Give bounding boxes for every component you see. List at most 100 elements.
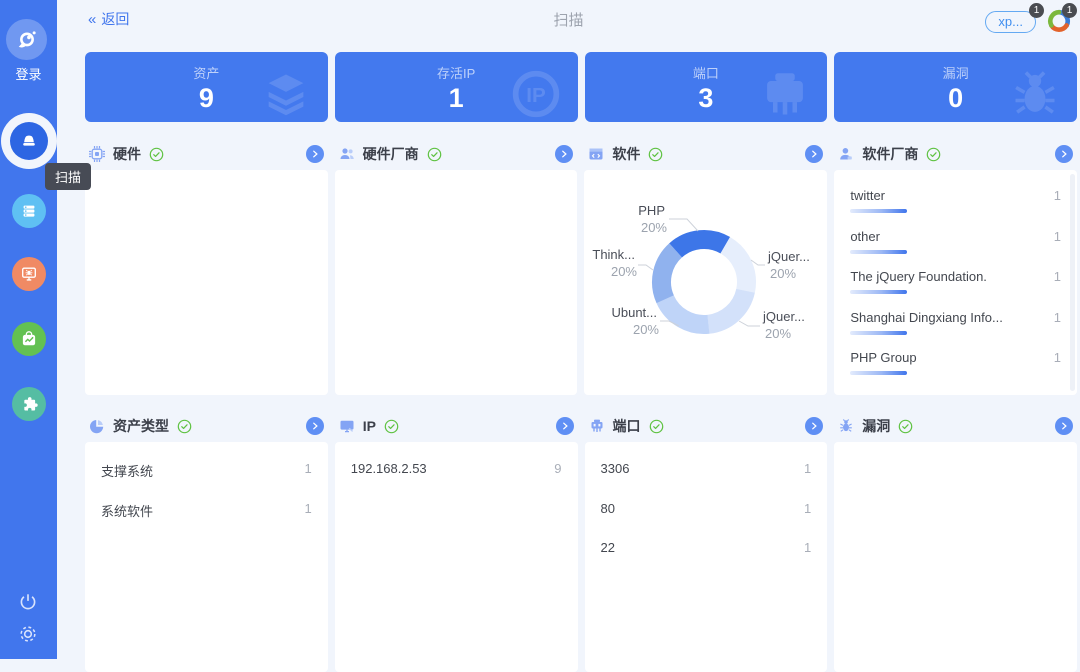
chevron-right-icon — [812, 150, 818, 158]
svg-text:Ubunt...: Ubunt... — [612, 305, 658, 320]
panel-title: 硬件 — [113, 146, 141, 162]
item-label: 192.168.2.53 — [350, 461, 427, 476]
check-circle-icon — [149, 147, 164, 161]
sidebar-item-plugin[interactable] — [12, 387, 46, 421]
panel-expand-button[interactable] — [805, 417, 824, 435]
check-circle-icon — [649, 419, 663, 433]
sidebar-footer — [17, 591, 39, 645]
value-bar — [850, 249, 908, 254]
chevron-right-icon — [562, 150, 568, 158]
vendor-name: The jQuery Foundation. — [850, 269, 987, 284]
list-item: The jQuery Foundation. 1 — [850, 257, 1061, 298]
svg-text:jQuer...: jQuer... — [762, 309, 805, 324]
trend-chart-icon — [22, 331, 36, 346]
item-label: 80 — [600, 500, 615, 516]
user-pill-button[interactable]: xp... — [985, 11, 1036, 33]
detective-hat-icon — [23, 135, 35, 146]
panel-title: 端口 — [612, 418, 641, 434]
fish-logo-icon — [18, 30, 36, 48]
window-code-icon — [589, 148, 603, 160]
vendor-name: twitter — [850, 188, 885, 203]
panel-expand-button[interactable] — [305, 145, 324, 163]
panel-title: 漏洞 — [862, 418, 891, 434]
panel-expand-button[interactable] — [305, 417, 324, 435]
sidebar-item-report[interactable] — [12, 322, 46, 356]
item-count: 1 — [804, 461, 812, 476]
item-label: 支撑系统 — [101, 464, 154, 479]
port-icon — [767, 73, 804, 115]
hardware-vendor-panel-body — [334, 170, 578, 395]
panel-title: IP — [362, 418, 376, 434]
svg-text:Think...: Think... — [593, 247, 636, 262]
panel-title: 软件 — [612, 146, 641, 162]
item-label: 系统软件 — [101, 503, 154, 519]
scrollbar[interactable] — [1070, 174, 1075, 391]
chevron-right-icon — [1062, 150, 1067, 158]
value-bar — [850, 330, 908, 335]
vendor-count: 1 — [1053, 309, 1061, 325]
panel-expand-button[interactable] — [805, 145, 824, 163]
app-logo[interactable] — [6, 19, 47, 60]
svg-text:20%: 20% — [641, 220, 667, 235]
check-circle-icon — [177, 419, 192, 433]
chevron-right-icon — [312, 422, 318, 430]
value-bar — [850, 371, 908, 375]
list-item: 3306 1 — [601, 450, 812, 490]
sidebar-item-vulnerability[interactable] — [12, 257, 46, 291]
panel-expand-button[interactable] — [555, 145, 574, 163]
stat-card-live-ip: 存活IP 1 IP — [334, 52, 578, 122]
ip-panel-body: 192.168.2.53 9 — [334, 442, 578, 672]
panel-hardware-vendor: 硬件厂商 — [334, 140, 578, 395]
check-circle-icon — [898, 419, 913, 433]
gear-icon[interactable] — [17, 623, 39, 645]
chevron-right-icon — [812, 422, 818, 430]
stat-cards: 资产 9 存活IP 1 IP 端口 3 漏洞 0 — [85, 52, 1077, 122]
item-count: 1 — [804, 500, 812, 516]
stat-card-vulns: 漏洞 0 — [834, 52, 1077, 122]
sidebar: 登录 扫描 — [0, 0, 92, 659]
item-count: 1 — [304, 461, 312, 476]
puzzle-icon — [24, 397, 38, 411]
ip-icon: IP — [512, 70, 559, 118]
value-bar — [850, 290, 908, 294]
value-bar — [850, 209, 908, 213]
plug-icon — [591, 419, 602, 432]
panel-expand-button[interactable] — [1055, 145, 1073, 163]
sidebar-item-scan[interactable] — [10, 122, 48, 160]
list-item: 支撑系统 1 — [101, 450, 312, 490]
svg-text:20%: 20% — [611, 264, 637, 279]
panel-ip: IP 192.168.2.53 9 — [334, 412, 578, 672]
server-list-icon — [23, 205, 35, 217]
monitor-icon — [340, 420, 354, 433]
sidebar-item-assets[interactable] — [12, 194, 46, 228]
panel-title: 软件厂商 — [862, 146, 919, 162]
vendor-name: other — [850, 228, 880, 244]
power-icon[interactable] — [17, 591, 39, 613]
panel-row-2: 资产类型 支撑系统 1 系统软件 1 IP 192.168.2.53 9 端口 … — [85, 412, 1077, 672]
bug-monitor-icon — [22, 267, 36, 281]
panel-expand-button[interactable] — [1055, 417, 1073, 435]
software-donut-chart: PHP 20% jQuer... 20% jQuer... 20% Ubunt.… — [593, 203, 811, 341]
item-count: 1 — [804, 540, 812, 555]
list-item: PHP Group 1 — [850, 338, 1061, 379]
person-icon — [840, 148, 853, 160]
chip-icon — [89, 146, 105, 162]
login-label[interactable]: 登录 — [0, 64, 57, 83]
page-title: 扫描 — [553, 12, 584, 29]
bug-icon — [840, 419, 853, 432]
chevron-right-icon — [1062, 422, 1067, 430]
scan-tooltip: 扫描 — [45, 163, 92, 190]
layers-icon — [268, 74, 304, 116]
list-item: 80 1 — [601, 490, 812, 530]
software-vendor-panel-body: twitter 1 other 1 The jQuery Foundation.… — [834, 170, 1077, 395]
list-item: 系统软件 1 — [101, 490, 312, 530]
check-circle-icon — [384, 419, 399, 433]
panel-software: 软件 PHP 20% jQuer... 20% jQuer... 20% Ubu… — [584, 140, 828, 395]
stat-card-assets: 资产 9 — [85, 52, 328, 122]
item-count: 1 — [304, 500, 312, 516]
panel-expand-button[interactable] — [555, 417, 574, 435]
panel-asset-type: 资产类型 支撑系统 1 系统软件 1 — [85, 412, 328, 672]
vendor-logo-badge: 1 — [1062, 3, 1077, 18]
user-pill-badge: 1 — [1029, 3, 1044, 18]
vendor-count: 1 — [1053, 228, 1061, 244]
